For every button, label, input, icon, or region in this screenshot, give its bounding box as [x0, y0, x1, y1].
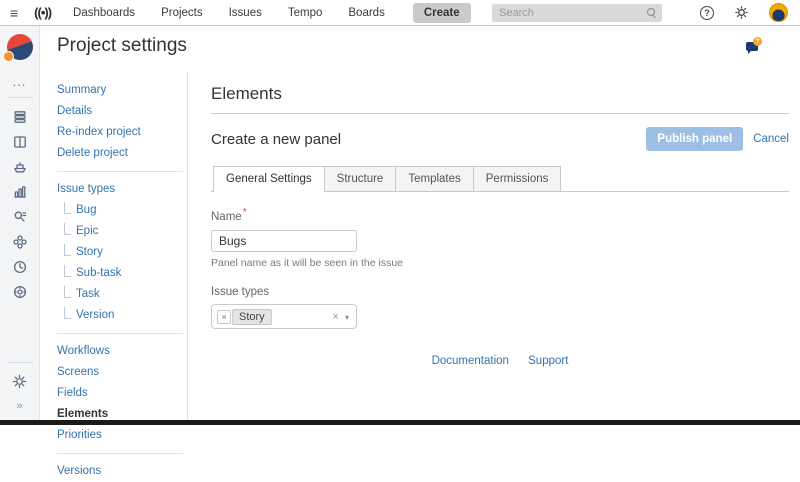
menu-item-version[interactable]: Version	[57, 305, 183, 326]
menu-item-details[interactable]: Details	[57, 101, 183, 122]
panel-header: Create a new panel Publish panel Cancel	[211, 127, 789, 151]
nav-item-tempo[interactable]: Tempo	[288, 7, 323, 19]
menu-item-story[interactable]: Story	[57, 242, 183, 263]
menu-item-screens[interactable]: Screens	[57, 362, 183, 383]
menu-divider	[57, 333, 183, 334]
top-navigation-bar: ≡ ((•)) Dashboards Projects Issues Tempo…	[0, 0, 800, 26]
clear-select-icon[interactable]: ×	[333, 311, 339, 323]
menu-divider	[57, 453, 183, 454]
issue-types-label: Issue types	[211, 286, 789, 298]
general-settings-form: Name* Panel name as it will be seen in t…	[211, 207, 789, 367]
nav-item-issues[interactable]: Issues	[229, 7, 262, 19]
tree-connector	[64, 265, 71, 277]
menu-item-workflows[interactable]: Workflows	[57, 341, 183, 362]
menu-item-bug[interactable]: Bug	[57, 200, 183, 221]
tab-templates[interactable]: Templates	[395, 166, 473, 191]
menu-item-epic[interactable]: Epic	[57, 221, 183, 242]
project-icon-rail: ... »	[0, 26, 40, 420]
history-clock-icon[interactable]	[12, 259, 28, 275]
backlog-icon[interactable]	[12, 109, 28, 125]
menu-item-delete-project[interactable]: Delete project	[57, 143, 183, 164]
feedback-icon[interactable]: ?	[746, 39, 762, 53]
tree-connector	[64, 307, 71, 319]
tab-permissions[interactable]: Permissions	[473, 166, 562, 191]
expand-rail-icon[interactable]: »	[16, 400, 22, 412]
menu-item-fields[interactable]: Fields	[57, 383, 183, 404]
rail-bottom: »	[0, 356, 39, 420]
menu-item-reindex[interactable]: Re-index project	[57, 122, 183, 143]
addons-icon[interactable]	[12, 234, 28, 250]
gear-icon[interactable]	[734, 5, 749, 20]
rail-divider	[7, 97, 33, 98]
board-icon[interactable]	[12, 134, 28, 150]
issue-types-select[interactable]: × Story × ▾	[211, 304, 357, 329]
project-avatar-badge	[3, 51, 14, 62]
name-input[interactable]	[211, 230, 357, 252]
more-icon[interactable]: ...	[13, 74, 27, 89]
tab-structure[interactable]: Structure	[324, 166, 397, 191]
topnav-menu: Dashboards Projects Issues Tempo Boards	[73, 7, 411, 19]
tree-connector	[64, 286, 71, 298]
section-title: Elements	[211, 84, 789, 114]
documentation-link[interactable]: Documentation	[432, 355, 509, 367]
required-asterisk: *	[243, 207, 247, 218]
footer-links: Documentation Support	[211, 355, 789, 367]
feedback-question-badge: ?	[753, 37, 762, 46]
nav-item-projects[interactable]: Projects	[161, 7, 203, 19]
menu-content-divider	[187, 72, 188, 420]
rail-divider-bottom	[7, 362, 33, 363]
rail-icons	[12, 104, 28, 304]
tree-connector	[64, 202, 71, 214]
menu-item-versions[interactable]: Versions	[57, 461, 183, 482]
topnav-right: ?	[492, 3, 800, 22]
menu-item-subtask[interactable]: Sub-task	[57, 263, 183, 284]
project-settings-icon[interactable]	[12, 284, 28, 300]
name-label: Name*	[211, 211, 247, 223]
app-logo[interactable]: ((•))	[34, 5, 51, 20]
create-button[interactable]: Create	[413, 3, 471, 23]
nav-item-boards[interactable]: Boards	[348, 7, 384, 19]
menu-item-priorities[interactable]: Priorities	[57, 425, 183, 446]
publish-panel-button[interactable]: Publish panel	[646, 127, 743, 151]
cancel-link[interactable]: Cancel	[753, 133, 789, 145]
reports-icon[interactable]	[12, 184, 28, 200]
help-icon[interactable]: ?	[700, 6, 714, 20]
chevron-down-icon[interactable]: ▾	[345, 313, 349, 322]
search-icon	[647, 8, 657, 18]
search-box[interactable]	[492, 4, 662, 22]
project-avatar[interactable]	[7, 34, 33, 60]
tab-bar: General Settings Structure Templates Per…	[211, 166, 789, 192]
feedback-bubble-tail	[748, 50, 752, 54]
tree-connector	[64, 223, 71, 235]
page-title: Project settings	[57, 35, 187, 57]
window-bottom-edge	[0, 420, 800, 425]
issue-search-icon[interactable]	[12, 209, 28, 225]
tab-general-settings[interactable]: General Settings	[213, 166, 325, 192]
main-content: Elements Create a new panel Publish pane…	[211, 70, 789, 367]
releases-ship-icon[interactable]	[12, 159, 28, 175]
menu-item-issue-types[interactable]: Issue types	[57, 179, 183, 200]
settings-gear-icon[interactable]	[12, 374, 28, 390]
tree-connector	[64, 244, 71, 256]
selected-tag-story: Story	[232, 309, 272, 325]
search-input[interactable]	[497, 6, 647, 20]
menu-divider	[57, 171, 183, 172]
panel-actions: Publish panel Cancel	[646, 127, 789, 151]
hamburger-icon[interactable]: ≡	[10, 6, 18, 20]
remove-tag-icon[interactable]: ×	[217, 310, 231, 324]
panel-title: Create a new panel	[211, 131, 341, 148]
menu-item-summary[interactable]: Summary	[57, 80, 183, 101]
support-link[interactable]: Support	[528, 355, 568, 367]
user-avatar[interactable]	[769, 3, 788, 22]
nav-item-dashboards[interactable]: Dashboards	[73, 7, 135, 19]
name-help-text: Panel name as it will be seen in the iss…	[211, 257, 789, 269]
menu-item-task[interactable]: Task	[57, 284, 183, 305]
page-header: Project settings ?	[41, 26, 800, 70]
